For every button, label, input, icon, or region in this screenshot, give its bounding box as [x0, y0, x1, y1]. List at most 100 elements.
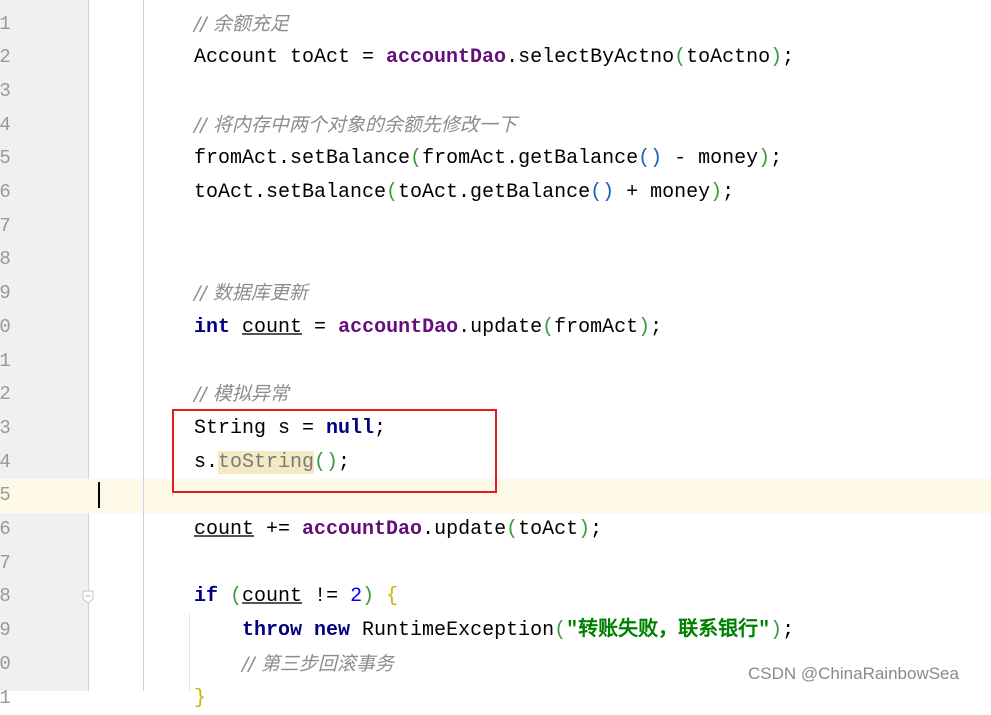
code-token: count: [242, 585, 302, 608]
code-line[interactable]: 50 int count = accountDao.update(fromAct)…: [0, 311, 991, 345]
gutter-separator: [143, 0, 144, 691]
code-keyword: if: [194, 585, 218, 608]
code-token: fromAct.getBalance: [422, 147, 638, 170]
code-keyword: int: [194, 316, 230, 339]
code-line[interactable]: 49 // 数据库更新: [0, 277, 991, 311]
line-number: 54: [0, 446, 48, 480]
line-number: 57: [0, 547, 48, 581]
code-token: count: [242, 316, 302, 339]
code-comment: // 数据库更新: [194, 282, 308, 304]
code-line[interactable]: 44 // 将内存中两个对象的余额先修改一下: [0, 109, 991, 143]
code-token: toAct: [518, 518, 578, 541]
code-text: fromAct.setBalance(fromAct.getBalance() …: [194, 142, 782, 176]
code-token: fromAct.setBalance: [194, 147, 410, 170]
code-token: (: [674, 46, 686, 69]
code-comment: // 余额充足: [194, 13, 289, 35]
line-number: 53: [0, 412, 48, 446]
code-token: ): [362, 585, 374, 608]
code-comment: // 模拟异常: [194, 383, 289, 405]
code-token: }: [194, 687, 206, 710]
code-token: accountDao: [386, 46, 506, 69]
code-token: ): [638, 316, 650, 339]
code-line[interactable]: 59 throw new RuntimeException("转账失败，联系银行"…: [0, 614, 991, 648]
code-token: 2: [350, 585, 362, 608]
code-line[interactable]: 56count += accountDao.update(toAct);: [0, 513, 991, 547]
code-token: accountDao: [338, 316, 458, 339]
code-line[interactable]: 58if (count != 2) {: [0, 580, 991, 614]
code-text: throw new RuntimeException("转账失败，联系银行");: [242, 614, 794, 648]
code-text: // 模拟异常: [194, 378, 289, 413]
code-token: Account toAct =: [194, 46, 386, 69]
code-token: (: [554, 619, 566, 642]
code-token: ): [710, 181, 722, 204]
code-text: // 第三步回滚事务: [242, 648, 394, 683]
code-text: count += accountDao.update(toAct);: [194, 513, 602, 547]
line-number: 50: [0, 311, 48, 345]
line-number: 44: [0, 109, 48, 143]
code-token: (: [410, 147, 422, 170]
line-number: 43: [0, 75, 48, 109]
code-token: - money: [662, 147, 758, 170]
code-comment: // 将内存中两个对象的余额先修改一下: [194, 114, 517, 136]
line-number: 61: [0, 682, 48, 715]
code-token: ;: [590, 518, 602, 541]
code-token: .selectByActno: [506, 46, 674, 69]
code-text: // 将内存中两个对象的余额先修改一下: [194, 109, 517, 144]
code-token: (: [230, 585, 242, 608]
code-token: toAct.getBalance: [398, 181, 590, 204]
code-token: .update: [422, 518, 506, 541]
code-text: toAct.setBalance(toAct.getBalance() + mo…: [194, 176, 734, 210]
code-line[interactable]: 61}: [0, 682, 991, 715]
code-comment: // 第三步回滚事务: [242, 653, 394, 675]
code-token: {: [386, 585, 398, 608]
code-line[interactable]: 48: [0, 243, 991, 277]
code-text: Account toAct = accountDao.selectByActno…: [194, 41, 794, 75]
line-number: 45: [0, 142, 48, 176]
code-token: [302, 619, 314, 642]
line-number: 41: [0, 8, 48, 42]
code-text: }: [194, 682, 206, 715]
line-number: 47: [0, 210, 48, 244]
code-token: + money: [614, 181, 710, 204]
indent-guide: [189, 614, 190, 691]
code-keyword: throw: [242, 619, 302, 642]
code-line[interactable]: 41 // 余额充足: [0, 8, 991, 42]
code-token: (): [590, 181, 614, 204]
code-line[interactable]: 52 // 模拟异常: [0, 378, 991, 412]
code-token: ): [770, 619, 782, 642]
line-number: 60: [0, 648, 48, 682]
code-token: ;: [782, 619, 794, 642]
code-token: [374, 585, 386, 608]
code-line[interactable]: 51: [0, 345, 991, 379]
line-number: 42: [0, 41, 48, 75]
code-line[interactable]: 47: [0, 210, 991, 244]
code-token: .update: [458, 316, 542, 339]
code-token: ;: [722, 181, 734, 204]
code-token: ): [770, 46, 782, 69]
line-number: 46: [0, 176, 48, 210]
code-token: [218, 585, 230, 608]
code-token: toAct.setBalance: [194, 181, 386, 204]
code-token: ;: [650, 316, 662, 339]
code-token: [230, 316, 242, 339]
code-line[interactable]: 43: [0, 75, 991, 109]
code-token: fromAct: [554, 316, 638, 339]
code-line[interactable]: 46 toAct.setBalance(toAct.getBalance() + …: [0, 176, 991, 210]
code-token: ): [578, 518, 590, 541]
line-number: 59: [0, 614, 48, 648]
code-token: accountDao: [302, 518, 422, 541]
line-number: 52: [0, 378, 48, 412]
line-number: 49: [0, 277, 48, 311]
code-line[interactable]: 45 fromAct.setBalance(fromAct.getBalance(…: [0, 142, 991, 176]
code-token: !=: [302, 585, 350, 608]
code-line[interactable]: 42 Account toAct = accountDao.selectByAct…: [0, 41, 991, 75]
code-token: (): [638, 147, 662, 170]
line-number: 55: [0, 479, 48, 513]
code-string: "转账失败，联系银行": [566, 619, 770, 642]
fold-marker-icon[interactable]: [82, 590, 94, 604]
code-token: ): [758, 147, 770, 170]
code-text: int count = accountDao.update(fromAct);: [194, 311, 662, 345]
code-token: count: [194, 518, 254, 541]
watermark: CSDN @ChinaRainbowSea: [748, 664, 959, 684]
code-line[interactable]: 57: [0, 547, 991, 581]
